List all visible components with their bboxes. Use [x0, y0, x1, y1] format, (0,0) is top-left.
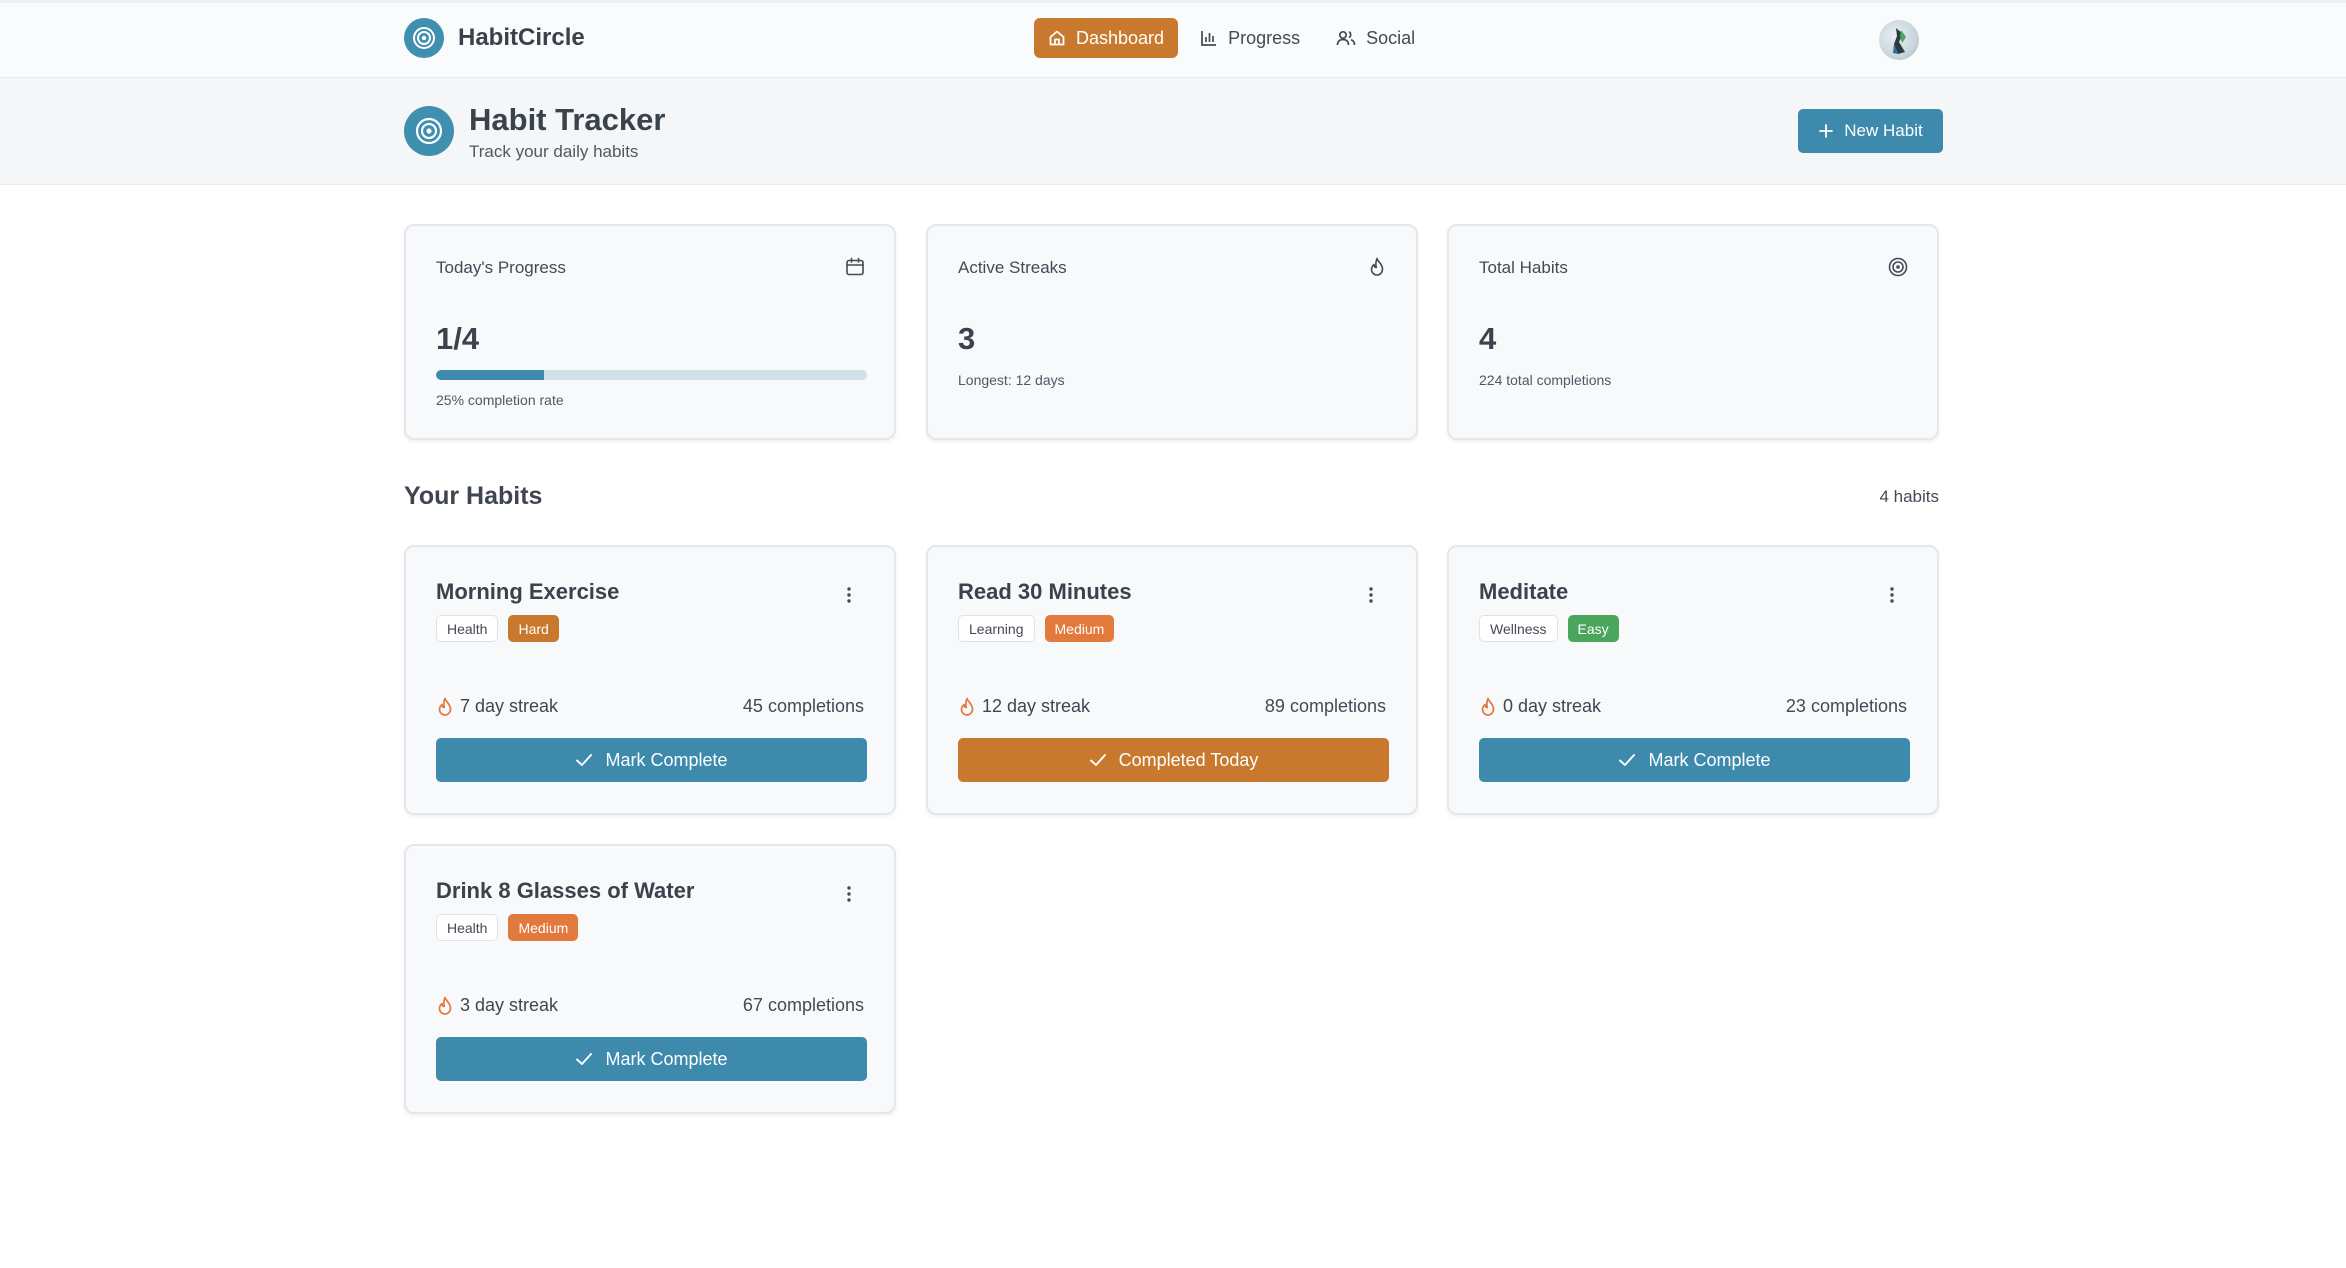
nav-progress-label: Progress [1228, 27, 1301, 48]
habit-card: Morning Exercise Health Hard 7 day strea… [404, 545, 896, 815]
action-label: Mark Complete [605, 1048, 728, 1069]
stat-card-progress: Today's Progress 1/4 25% completion rate [404, 224, 896, 440]
flame-icon [960, 697, 974, 716]
check-icon [576, 754, 593, 766]
page-header: Habit Tracker Track your daily habits Ne… [0, 78, 2346, 185]
flame-icon [438, 996, 452, 1015]
section-title: Your Habits [404, 482, 543, 510]
more-options-icon[interactable] [1368, 585, 1374, 605]
action-label: Mark Complete [1648, 749, 1771, 770]
stat-subtext: 224 total completions [1479, 372, 1612, 388]
streak-text: 0 day streak [1503, 696, 1602, 716]
habit-name: Read 30 Minutes [958, 579, 1132, 604]
streak-info: 3 day streak [436, 995, 558, 1016]
category-badge: Learning [958, 615, 1035, 642]
completions-count: 67 completions [742, 995, 864, 1015]
habit-name: Drink 8 Glasses of Water [436, 878, 695, 903]
habit-name: Meditate [1479, 579, 1569, 604]
mark-complete-button[interactable]: Mark Complete [1479, 738, 1910, 782]
category-badge: Health [436, 615, 499, 642]
flame-icon [438, 697, 452, 716]
nav-social[interactable]: Social [1322, 18, 1429, 58]
streak-text: 12 day streak [982, 696, 1091, 716]
stat-title: Today's Progress [436, 258, 566, 277]
habit-card: Read 30 Minutes Learning Medium 12 day s… [926, 545, 1418, 815]
action-label: Mark Complete [605, 749, 728, 770]
streak-info: 7 day streak [436, 696, 558, 717]
streak-text: 7 day streak [460, 696, 559, 716]
streak-info: 0 day streak [1479, 696, 1601, 717]
stat-title: Total Habits [1479, 258, 1568, 277]
top-navbar: HabitCircle Dashboard Progress Social [0, 0, 2346, 78]
stat-card-streaks: Active Streaks 3 Longest: 12 days [926, 224, 1418, 440]
difficulty-badge: Easy [1567, 615, 1619, 642]
main-nav: Dashboard Progress Social [1034, 18, 1429, 58]
page-title: Habit Tracker [469, 102, 666, 137]
stat-value: 3 [958, 321, 976, 356]
completions-count: 23 completions [1785, 696, 1907, 716]
streak-info: 12 day streak [958, 696, 1090, 717]
check-icon [1089, 754, 1106, 766]
category-badge: Wellness [1479, 615, 1558, 642]
flame-icon [1481, 697, 1495, 716]
difficulty-badge: Hard [508, 615, 559, 642]
new-habit-button[interactable]: New Habit [1798, 109, 1943, 153]
stat-value: 1/4 [436, 321, 480, 356]
stat-subtext: 25% completion rate [436, 392, 564, 408]
completions-count: 45 completions [742, 696, 864, 716]
progress-bar-fill [436, 370, 544, 380]
category-badge: Health [436, 914, 499, 941]
bar-chart-icon [1201, 31, 1217, 46]
more-options-icon[interactable] [846, 884, 852, 904]
plus-icon [1819, 124, 1834, 138]
check-icon [1619, 754, 1636, 766]
habit-card: Drink 8 Glasses of Water Health Medium 3… [404, 844, 896, 1114]
progress-bar [436, 370, 867, 380]
more-options-icon[interactable] [846, 585, 852, 605]
flame-icon [1370, 257, 1384, 276]
nav-progress[interactable]: Progress [1186, 18, 1314, 58]
brand[interactable]: HabitCircle [404, 18, 585, 58]
stat-card-total: Total Habits 4 224 total completions [1447, 224, 1939, 440]
more-options-icon[interactable] [1889, 585, 1895, 605]
nav-dashboard[interactable]: Dashboard [1034, 18, 1179, 58]
habit-card: Meditate Wellness Easy 0 day streak 23 c… [1447, 545, 1939, 815]
completions-count: 89 completions [1264, 696, 1386, 716]
difficulty-badge: Medium [1044, 615, 1115, 642]
stat-subtext: Longest: 12 days [958, 372, 1065, 388]
brand-name: HabitCircle [458, 24, 585, 51]
habit-tags: Learning Medium [958, 615, 1115, 642]
habit-tags: Wellness Easy [1479, 615, 1619, 642]
stat-value: 4 [1479, 321, 1497, 356]
mark-complete-button[interactable]: Mark Complete [436, 1037, 867, 1081]
habit-count: 4 habits [1879, 487, 1939, 506]
nav-social-label: Social [1366, 27, 1416, 48]
home-icon [1049, 30, 1065, 46]
habit-name: Morning Exercise [436, 579, 620, 604]
target-icon [404, 106, 454, 156]
page-subtitle: Track your daily habits [469, 142, 639, 161]
streak-text: 3 day streak [460, 995, 559, 1015]
target-logo-icon [404, 18, 444, 58]
check-icon [576, 1053, 593, 1065]
nav-dashboard-label: Dashboard [1076, 27, 1165, 48]
new-habit-label: New Habit [1844, 121, 1923, 140]
mark-complete-button[interactable]: Mark Complete [436, 738, 867, 782]
calendar-icon [846, 257, 864, 276]
habit-tags: Health Medium [436, 914, 579, 941]
stat-title: Active Streaks [958, 258, 1067, 277]
user-avatar[interactable] [1879, 20, 1919, 60]
target-icon [1888, 257, 1908, 277]
users-icon [1336, 30, 1356, 46]
habit-tags: Health Hard [436, 615, 559, 642]
completed-today-button[interactable]: Completed Today [958, 738, 1389, 782]
action-label: Completed Today [1118, 749, 1259, 770]
difficulty-badge: Medium [508, 914, 579, 941]
